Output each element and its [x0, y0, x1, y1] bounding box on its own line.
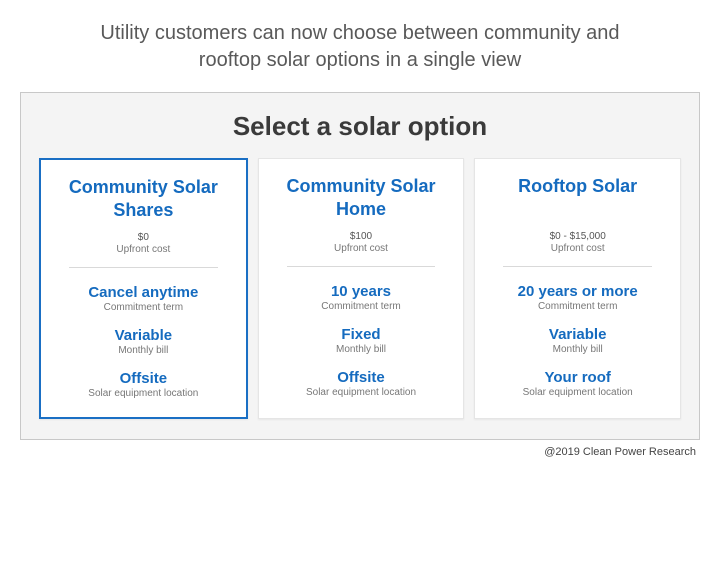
card-divider	[287, 266, 436, 267]
options-row: Community Solar Shares $0 Upfront cost C…	[39, 158, 681, 419]
location-value: Offsite	[269, 369, 454, 386]
monthly-label: Monthly bill	[269, 344, 454, 355]
option-card-rooftop[interactable]: Rooftop Solar $0 - $15,000 Upfront cost …	[474, 158, 681, 419]
upfront-label: Upfront cost	[269, 243, 454, 254]
location-label: Solar equipment location	[269, 387, 454, 398]
location-value: Offsite	[51, 370, 236, 387]
monthly-label: Monthly bill	[51, 345, 236, 356]
option-title: Community Solar Shares	[51, 176, 236, 222]
commitment-label: Commitment term	[269, 301, 454, 312]
panel-title: Select a solar option	[39, 111, 681, 142]
upfront-label: Upfront cost	[51, 244, 236, 255]
upfront-value: $0 - $15,000	[485, 231, 670, 242]
page-headline: Utility customers can now choose between…	[70, 20, 650, 74]
monthly-value: Fixed	[269, 326, 454, 343]
commitment-label: Commitment term	[485, 301, 670, 312]
option-card-community-home[interactable]: Community Solar Home $100 Upfront cost 1…	[258, 158, 465, 419]
card-divider	[69, 267, 218, 268]
card-divider	[503, 266, 652, 267]
option-card-community-shares[interactable]: Community Solar Shares $0 Upfront cost C…	[39, 158, 248, 419]
location-value: Your roof	[485, 369, 670, 386]
commitment-value: 20 years or more	[485, 283, 670, 300]
location-label: Solar equipment location	[485, 387, 670, 398]
option-title: Rooftop Solar	[485, 175, 670, 221]
copyright-text: @2019 Clean Power Research	[20, 446, 700, 458]
monthly-value: Variable	[51, 327, 236, 344]
options-panel: Select a solar option Community Solar Sh…	[20, 92, 700, 440]
monthly-label: Monthly bill	[485, 344, 670, 355]
location-label: Solar equipment location	[51, 388, 236, 399]
upfront-label: Upfront cost	[485, 243, 670, 254]
commitment-label: Commitment term	[51, 302, 236, 313]
commitment-value: Cancel anytime	[51, 284, 236, 301]
option-title: Community Solar Home	[269, 175, 454, 221]
monthly-value: Variable	[485, 326, 670, 343]
upfront-value: $0	[51, 232, 236, 243]
commitment-value: 10 years	[269, 283, 454, 300]
upfront-value: $100	[269, 231, 454, 242]
